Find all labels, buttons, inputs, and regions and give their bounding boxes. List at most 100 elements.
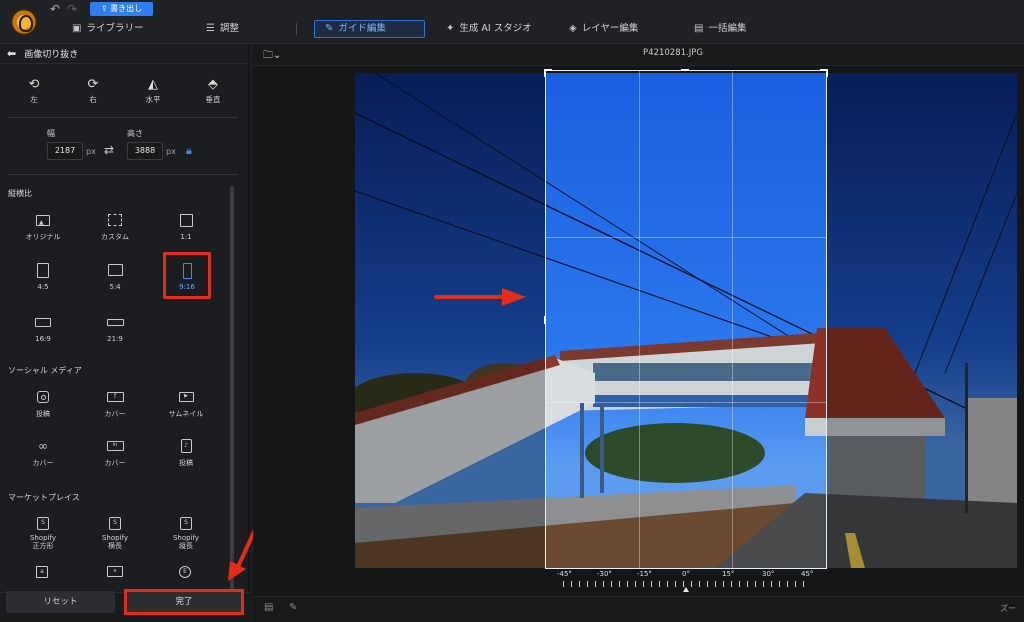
aspect-4-5[interactable]: 4:5 bbox=[18, 262, 68, 291]
option-label: カバー bbox=[32, 459, 54, 467]
crop-handle[interactable] bbox=[826, 69, 828, 77]
ruler-tick-label: 45° bbox=[801, 570, 814, 578]
link-icon: ∞ bbox=[38, 439, 48, 453]
compare-icon[interactable]: ▤ bbox=[264, 602, 273, 613]
aspect-original[interactable]: ▲ オリジナル bbox=[18, 212, 68, 241]
square-icon bbox=[161, 212, 211, 228]
tool-label: 左 bbox=[30, 95, 38, 104]
height-unit: px bbox=[166, 147, 176, 156]
social-tiktok-post[interactable]: ♪ 投稿 bbox=[161, 438, 211, 467]
redo-icon[interactable]: ↷ bbox=[67, 2, 77, 16]
ruler-tick-label: -45° bbox=[557, 570, 572, 578]
ebay-icon[interactable]: e bbox=[107, 566, 125, 580]
aspect-16-9[interactable]: 16:9 bbox=[18, 314, 68, 343]
eyedropper-icon[interactable]: ✎ bbox=[289, 602, 297, 613]
batch-icon: ▤ bbox=[694, 23, 704, 34]
height-label: 高さ bbox=[127, 129, 143, 138]
social-linkedin-cover[interactable]: in カバー bbox=[90, 438, 140, 467]
tab-label: レイヤー編集 bbox=[581, 23, 639, 34]
option-label: 21:9 bbox=[107, 335, 123, 343]
width-unit: px bbox=[86, 147, 96, 156]
option-label: 16:9 bbox=[35, 335, 51, 343]
option-label: 4:5 bbox=[37, 283, 49, 291]
tab-label: 一括編集 bbox=[708, 23, 747, 34]
grid-line bbox=[546, 402, 826, 403]
shopify-icon: S bbox=[161, 515, 211, 531]
undo-icon[interactable]: ↶ bbox=[50, 2, 60, 16]
portrait-9-16-icon bbox=[166, 263, 208, 279]
tool-label: 右 bbox=[89, 95, 97, 104]
tab-ai-studio[interactable]: ✦ 生成 AI スタジオ bbox=[446, 20, 532, 38]
landscape-16-9-icon bbox=[18, 314, 68, 330]
market-shopify-landscape[interactable]: S Shopify 横長 bbox=[90, 515, 140, 550]
image-icon: ▲ bbox=[18, 212, 68, 228]
portrait-4-5-icon bbox=[18, 262, 68, 278]
market-shopify-square[interactable]: S Shopify 正方形 bbox=[18, 515, 68, 550]
rotate-left-icon: ⟲ bbox=[28, 77, 40, 92]
panel-title: 画像切り抜き bbox=[24, 50, 79, 60]
option-label: オリジナル bbox=[25, 233, 61, 241]
export-label: 書き出し bbox=[110, 4, 143, 13]
linkedin-icon: in bbox=[90, 438, 140, 454]
tab-library[interactable]: ▣ ライブラリー bbox=[72, 20, 143, 38]
aspect-9-16[interactable]: 9:16 bbox=[163, 252, 211, 299]
option-label: カバー bbox=[104, 410, 126, 418]
grid-line bbox=[546, 236, 826, 238]
tab-label: ガイド編集 bbox=[338, 23, 386, 34]
etsy-icon[interactable]: E bbox=[179, 566, 193, 580]
zoom-label[interactable]: ズー bbox=[1000, 603, 1024, 614]
grid-line bbox=[639, 71, 641, 568]
swap-icon[interactable]: ⇄ bbox=[104, 143, 114, 157]
rotate-right-button[interactable]: ⟳ 右 bbox=[73, 77, 113, 105]
option-label: 5:4 bbox=[109, 283, 121, 291]
wand-icon: ✎ bbox=[325, 23, 334, 34]
height-field[interactable]: 3888 bbox=[127, 142, 163, 160]
tab-batch-edit[interactable]: ▤ 一括編集 bbox=[694, 20, 746, 38]
aspect-1-1[interactable]: 1:1 bbox=[161, 212, 211, 241]
tab-guide-edit[interactable]: ✎ ガイド編集 bbox=[314, 20, 425, 38]
tab-layer-edit[interactable]: ◈ レイヤー編集 bbox=[569, 20, 638, 38]
social-instagram-post[interactable]: 投稿 bbox=[18, 389, 68, 418]
aspect-21-9[interactable]: 21:9 bbox=[90, 314, 140, 343]
library-icon: ▣ bbox=[72, 23, 82, 34]
market-shopify-portrait[interactable]: S Shopify 縦長 bbox=[161, 515, 211, 550]
landscape-5-4-icon bbox=[90, 262, 140, 278]
custom-frame-icon bbox=[90, 212, 140, 228]
rotation-ruler[interactable]: -45° -30° -15° 0° 15° 30° 45° bbox=[545, 570, 827, 592]
divider bbox=[8, 174, 238, 175]
tab-adjust[interactable]: ☰ 調整 bbox=[206, 20, 239, 38]
amazon-icon[interactable]: a bbox=[36, 566, 50, 580]
crop-handle[interactable] bbox=[681, 69, 689, 71]
landscape-21-9-icon bbox=[90, 314, 140, 330]
rotate-left-button[interactable]: ⟲ 左 bbox=[14, 77, 54, 105]
back-arrow-icon[interactable]: ⬅ bbox=[7, 47, 16, 60]
grid-line bbox=[732, 71, 734, 568]
aspect-custom[interactable]: カスタム bbox=[90, 212, 140, 241]
panel-header: ⬅ 画像切り抜き bbox=[0, 44, 249, 64]
aspect-5-4[interactable]: 5:4 bbox=[90, 262, 140, 291]
social-facebook-cover[interactable]: f カバー bbox=[90, 389, 140, 418]
tab-label: ライブラリー bbox=[86, 23, 144, 34]
flip-horizontal-button[interactable]: ◭ 水平 bbox=[133, 77, 173, 105]
option-label: サムネイル bbox=[168, 410, 204, 418]
option-label: Shopify 正方形 bbox=[29, 534, 57, 550]
market-section-title: マーケットプレイス bbox=[8, 493, 80, 502]
reset-button[interactable]: リセット bbox=[6, 591, 115, 613]
tab-label: 調整 bbox=[219, 23, 239, 34]
width-field[interactable]: 2187 bbox=[47, 142, 83, 160]
social-twitter-cover[interactable]: ∞ カバー bbox=[18, 438, 68, 467]
social-youtube-thumbnail[interactable]: ▶ サムネイル bbox=[161, 389, 211, 418]
crop-frame[interactable] bbox=[544, 69, 828, 569]
ruler-tick-label: -30° bbox=[597, 570, 612, 578]
ruler-tick-label: 30° bbox=[762, 570, 775, 578]
layers-icon: ◈ bbox=[569, 23, 577, 34]
facebook-icon: f bbox=[90, 389, 140, 405]
crop-handle[interactable] bbox=[544, 69, 546, 77]
crop-handle[interactable] bbox=[544, 316, 546, 324]
lock-icon[interactable]: 🔒︎ bbox=[186, 144, 192, 158]
instagram-icon bbox=[18, 389, 68, 405]
tab-label: 生成 AI スタジオ bbox=[459, 23, 532, 34]
flip-vertical-button[interactable]: ⬘ 垂直 bbox=[193, 77, 233, 105]
done-button[interactable]: 完了 bbox=[124, 589, 244, 615]
export-button[interactable]: ⇪ 書き出し bbox=[90, 2, 153, 16]
